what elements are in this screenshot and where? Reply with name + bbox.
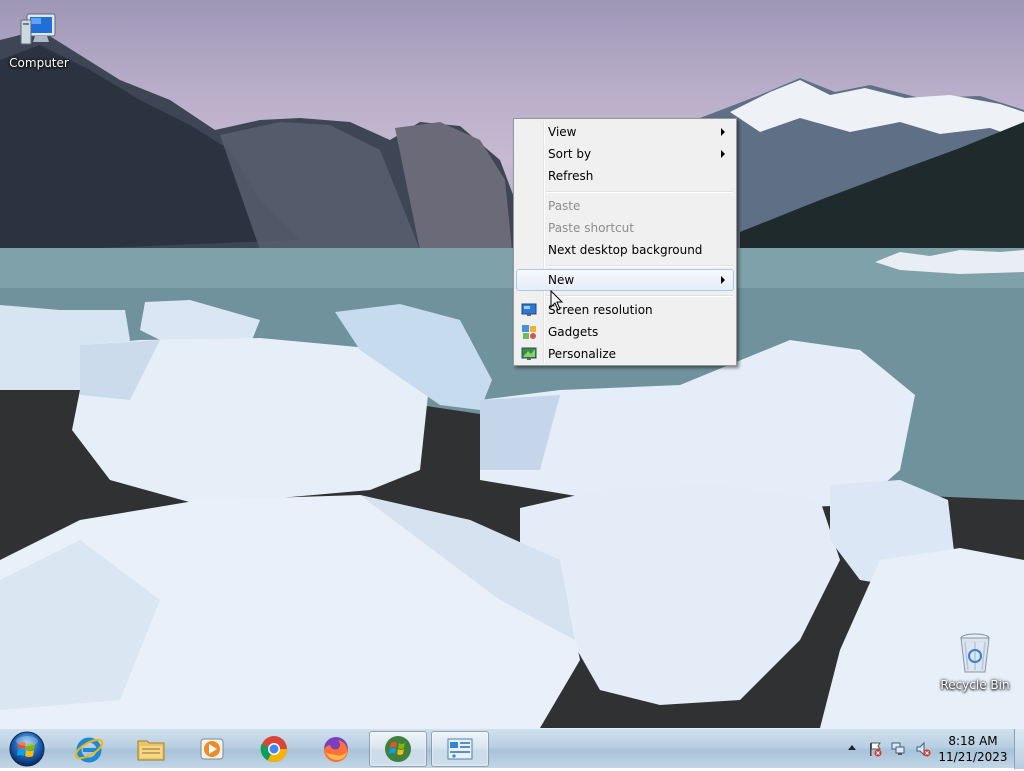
submenu-arrow-icon <box>721 128 725 136</box>
taskbar-media-player[interactable] <box>183 731 241 767</box>
gadgets-icon <box>522 325 536 339</box>
network-icon[interactable] <box>891 741 907 757</box>
taskbar-file-explorer[interactable] <box>122 731 180 767</box>
menu-item-sort-by-label: Sort by <box>548 147 592 161</box>
screen-resolution-icon <box>521 303 537 316</box>
control-panel-icon <box>447 738 473 760</box>
menu-item-refresh-label: Refresh <box>548 169 594 183</box>
taskbar-control-panel[interactable] <box>431 731 489 767</box>
submenu-arrow-icon <box>721 150 725 158</box>
menu-item-sort-by[interactable]: Sort by <box>516 143 734 165</box>
computer-desktop-icon[interactable]: Computer <box>1 8 77 70</box>
menu-item-personalize-label: Personalize <box>548 347 617 361</box>
start-button[interactable] <box>4 730 50 768</box>
menu-item-next-desktop-background[interactable]: Next desktop background <box>516 239 734 261</box>
menu-item-new-label: New <box>548 273 575 287</box>
menu-item-screen-resolution[interactable]: Screen resolution <box>516 299 734 321</box>
desktop-context-menu: View Sort by Refresh Paste Paste shortcu… <box>513 118 737 366</box>
clock-time: 8:18 AM <box>948 734 998 748</box>
menu-separator <box>546 265 733 267</box>
mouse-cursor-icon <box>550 290 564 311</box>
menu-item-gadgets[interactable]: Gadgets <box>516 321 734 343</box>
taskbar-internet-explorer[interactable] <box>60 731 118 767</box>
menu-separator <box>546 295 733 297</box>
system-clock[interactable]: 8:18 AM 11/21/2023 <box>938 733 1008 765</box>
menu-item-new[interactable]: New <box>516 269 734 291</box>
menu-item-paste-label: Paste <box>548 199 581 213</box>
recycle-bin-label: Recycle Bin <box>940 678 1010 692</box>
file-explorer-icon <box>137 740 165 761</box>
recycle-bin-icon <box>951 630 999 676</box>
action-center-flag-icon[interactable] <box>867 741 883 757</box>
taskbar-firefox[interactable] <box>307 731 365 767</box>
menu-item-refresh[interactable]: Refresh <box>516 165 734 187</box>
windows-start-orb-icon <box>9 731 45 767</box>
volume-muted-icon[interactable] <box>915 741 931 757</box>
personalize-icon <box>521 347 537 360</box>
menu-item-next-bg-label: Next desktop background <box>548 243 703 257</box>
internet-explorer-icon <box>74 737 104 763</box>
menu-item-personalize[interactable]: Personalize <box>516 343 734 365</box>
desktop-wallpaper[interactable] <box>0 0 1024 728</box>
media-player-icon <box>200 738 224 760</box>
recycle-bin-desktop-icon[interactable]: Recycle Bin <box>937 630 1013 692</box>
menu-item-paste-shortcut[interactable]: Paste shortcut <box>516 217 734 239</box>
menu-separator <box>546 191 733 193</box>
menu-item-paste-shortcut-label: Paste shortcut <box>548 221 634 235</box>
chrome-icon <box>260 736 288 763</box>
show-hidden-icons-button[interactable] <box>848 745 856 750</box>
menu-item-gadgets-label: Gadgets <box>548 325 599 339</box>
taskbar-windows-app[interactable] <box>369 731 427 767</box>
wallpaper-image <box>0 0 1024 728</box>
taskbar: 8:18 AM 11/21/2023 <box>0 728 1024 769</box>
firefox-icon <box>323 737 348 763</box>
show-desktop-button[interactable] <box>1014 729 1024 769</box>
windows-logo-icon <box>385 736 411 762</box>
menu-item-view[interactable]: View <box>516 121 734 143</box>
clock-date: 11/21/2023 <box>938 750 1008 764</box>
computer-icon-label: Computer <box>9 56 69 70</box>
computer-icon <box>15 8 63 54</box>
taskbar-chrome[interactable] <box>245 731 303 767</box>
menu-item-paste[interactable]: Paste <box>516 195 734 217</box>
submenu-arrow-icon <box>721 276 725 284</box>
menu-item-view-label: View <box>548 125 577 139</box>
